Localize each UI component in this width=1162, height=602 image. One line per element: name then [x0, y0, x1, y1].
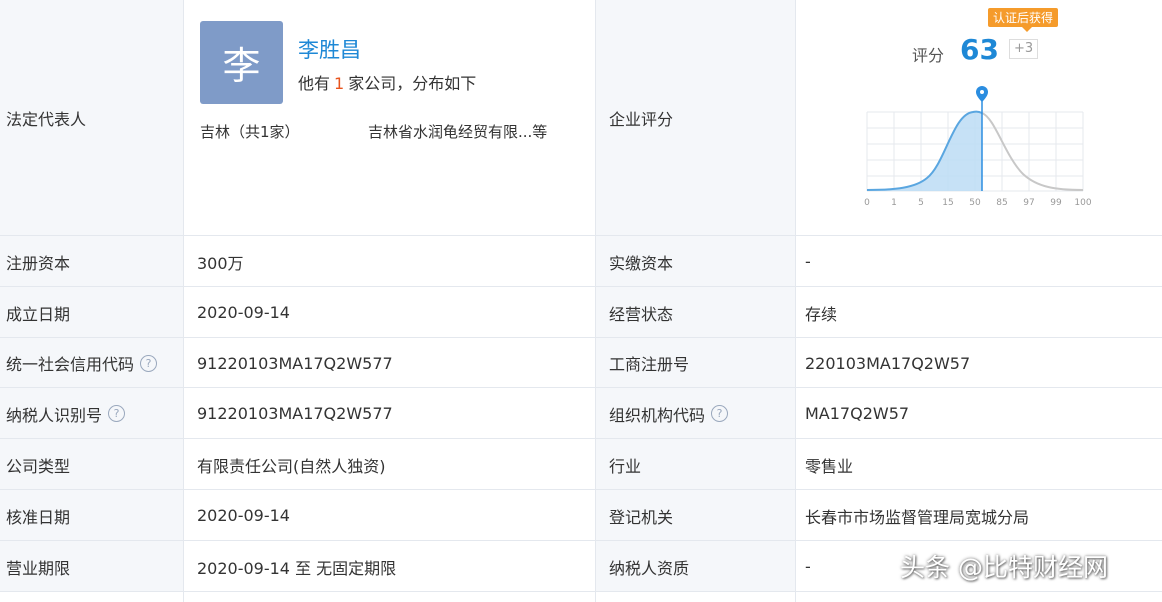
tick-label: 50 [969, 198, 981, 208]
row-value-text: 零售业 [805, 456, 854, 476]
row-value-text: 长春市市场监督管理局宽城分局 [805, 507, 1030, 527]
row-label-text: 登记机关 [609, 507, 674, 527]
score-delta: +3 [1009, 39, 1039, 59]
help-icon[interactable]: ? [140, 354, 158, 372]
chart-x-axis: 0 1 5 15 50 85 97 99 100 [864, 198, 1092, 208]
row-value: - [795, 236, 1162, 287]
summary-suffix: 家公司，分布如下 [348, 74, 477, 93]
person-company-summary: 他有 1 家公司，分布如下 [298, 70, 476, 94]
row-value-text: - [805, 252, 811, 271]
row-label-text: 组织机构代码 [609, 405, 706, 425]
certify-badge[interactable]: 认证后获得 [988, 8, 1059, 32]
row-label: 登记机关 [595, 490, 795, 541]
row-label: 核准日期 [0, 490, 183, 541]
row-value: MA17Q2W57 [795, 388, 1162, 439]
row-label: 经营状态 [595, 287, 795, 338]
row-label: 工商注册号 [595, 338, 795, 388]
row-label-text: 工商注册号 [609, 355, 690, 374]
row-value-text: 有限责任公司(自然人独资) [197, 456, 386, 476]
related-company-link[interactable]: 吉林省水润龟经贸有限...等 [368, 121, 547, 142]
watermark: 头条 @比特财经网 [900, 553, 1108, 582]
row-value: 300万 [183, 236, 595, 287]
tick-label: 97 [1023, 198, 1034, 208]
row-value-text: MA17Q2W57 [805, 404, 910, 423]
row-label: 公司类型 [0, 439, 183, 490]
avatar[interactable]: 李 [200, 21, 283, 104]
row-value: 存续 [795, 287, 1162, 338]
column-divider [183, 0, 184, 602]
tick-label: 85 [996, 198, 1007, 208]
row-label-text: 行业 [609, 456, 642, 476]
row-value: 2020-09-14 [183, 490, 595, 541]
row-value: 220103MA17Q2W57 [795, 338, 1162, 388]
row-divider [0, 591, 1162, 592]
row-value-text: 存续 [805, 304, 838, 324]
summary-prefix: 他有 [298, 74, 331, 93]
row-label: 营业期限 [0, 541, 183, 592]
row-label-text: 实缴资本 [609, 253, 674, 273]
row-value: 91220103MA17Q2W577 [183, 388, 595, 439]
row-value-text: 2020-09-14 至 无固定期限 [197, 558, 397, 578]
row-value-text: 2020-09-14 [197, 506, 290, 525]
row-label: 统一社会信用代码? [0, 338, 183, 388]
tick-label: 1 [891, 198, 897, 208]
row-label: 行业 [595, 439, 795, 490]
row-value: 91220103MA17Q2W577 [183, 338, 595, 388]
tick-label: 15 [942, 198, 953, 208]
row-value: 2020-09-14 [183, 287, 595, 338]
avatar-char: 李 [222, 44, 261, 88]
row-label-text: 成立日期 [6, 304, 71, 324]
row-label-text: 经营状态 [609, 304, 674, 324]
row-label-text: 注册资本 [6, 253, 71, 273]
row-label: 实缴资本 [595, 236, 795, 287]
curve-line-right [981, 112, 1084, 191]
row-value-text: 91220103MA17Q2W577 [197, 353, 393, 373]
label-legal-rep: 法定代表人 [0, 0, 183, 235]
score-label: 评分 [912, 46, 945, 65]
row-label: 纳税人识别号? [0, 388, 183, 439]
row-label: 注册资本 [0, 236, 183, 287]
tick-label: 5 [918, 198, 924, 208]
region-link[interactable]: 吉林（共1家） [200, 121, 300, 142]
row-value: 2020-09-14 至 无固定期限 [183, 541, 595, 592]
row-label-text: 纳税人识别号 [6, 405, 103, 425]
tick-label: 100 [1074, 198, 1091, 208]
row-label-text: 营业期限 [6, 558, 71, 578]
label-rating: 企业评分 [595, 0, 795, 235]
help-icon[interactable]: ? [711, 405, 729, 422]
row-value: 零售业 [795, 439, 1162, 490]
column-divider [595, 0, 596, 602]
row-value-text: 300万 [197, 253, 244, 273]
row-value-text: - [805, 557, 811, 576]
score-value: 63 [960, 33, 999, 66]
row-value-text: 2020-09-14 [197, 303, 290, 322]
row-label-text: 核准日期 [6, 507, 71, 527]
label-rating-text: 企业评分 [609, 109, 674, 129]
row-label: 成立日期 [0, 287, 183, 338]
score-distribution-chart: 0 1 5 15 50 85 97 99 100 [864, 86, 1092, 208]
label-legal-rep-text: 法定代表人 [6, 109, 87, 129]
row-value-text: 220103MA17Q2W57 [805, 353, 971, 373]
company-count[interactable]: 1 [330, 74, 348, 93]
tick-label: 0 [864, 198, 870, 208]
row-divider [0, 235, 1162, 236]
location-pin-dot [980, 90, 984, 94]
row-label: 纳税人资质 [595, 541, 795, 592]
row-label: 组织机构代码? [595, 388, 795, 439]
row-label-text: 统一社会信用代码 [6, 355, 135, 374]
help-icon[interactable]: ? [108, 405, 126, 422]
company-info-table: 法定代表人 企业评分 李 李胜昌 他有 1 家公司，分布如下 吉林（共1家） 吉林省… [0, 0, 1162, 602]
row-label-text: 公司类型 [6, 456, 71, 476]
person-name-link[interactable]: 李胜昌 [298, 34, 361, 64]
tick-label: 99 [1050, 198, 1062, 208]
row-label-text: 纳税人资质 [609, 558, 690, 578]
row-value: 长春市市场监督管理局宽城分局 [795, 490, 1162, 541]
row-value-text: 91220103MA17Q2W577 [197, 404, 393, 423]
row-value: 有限责任公司(自然人独资) [183, 439, 595, 490]
column-divider [795, 0, 796, 602]
